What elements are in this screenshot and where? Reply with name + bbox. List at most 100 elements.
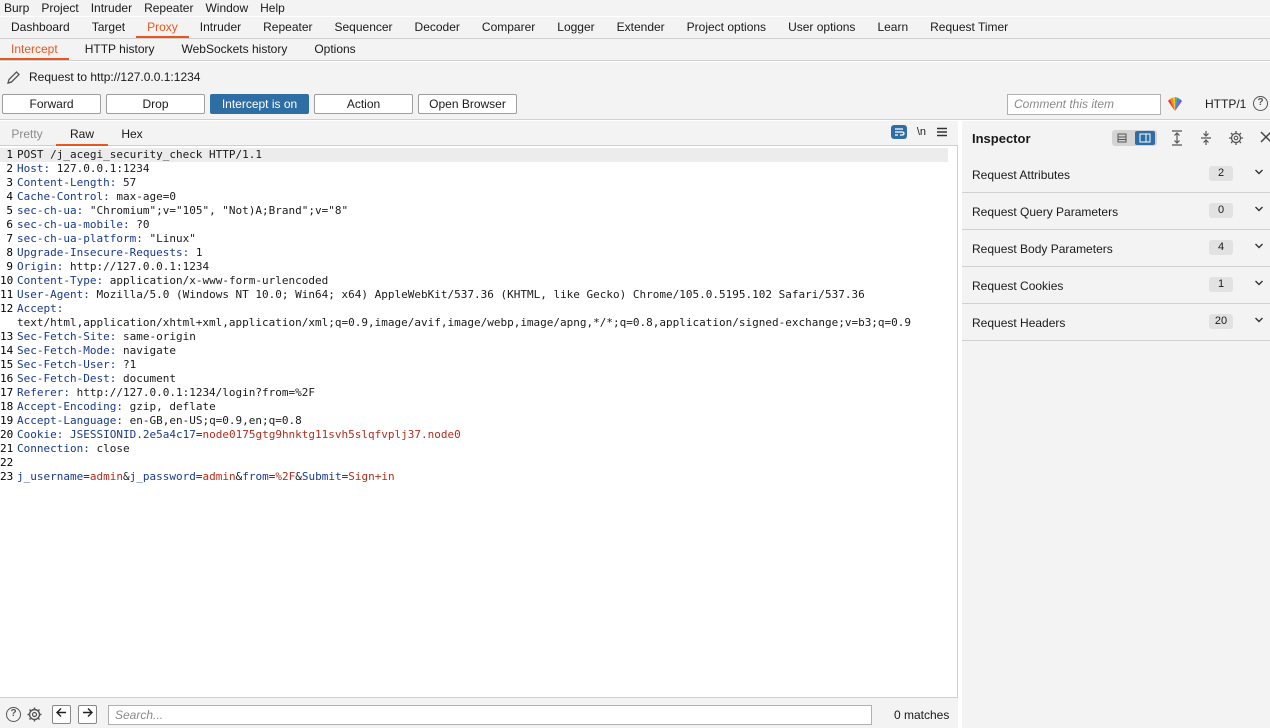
intercept-toggle-button[interactable]: Intercept is on <box>210 94 309 114</box>
drop-button[interactable]: Drop <box>106 94 205 114</box>
header-name: Content-Type <box>17 274 97 287</box>
request-raw-text[interactable]: 1 POST /j_acegi_security_check HTTP/1.1 2… <box>0 148 948 484</box>
tab-logger[interactable]: Logger <box>546 17 605 38</box>
header-value: ?0 <box>136 218 150 231</box>
tab-user-options[interactable]: User options <box>777 17 866 38</box>
side-view-icon[interactable] <box>1135 131 1155 145</box>
tab-http-history[interactable]: HTTP history <box>74 39 166 60</box>
settings-icon[interactable] <box>1228 130 1244 146</box>
param-value: Sign+in <box>348 470 395 483</box>
chevron-down-icon[interactable] <box>1254 203 1264 217</box>
search-bar: ? Search... 0 matches <box>0 697 958 728</box>
editor-tabs: Pretty Raw Hex \n <box>0 121 958 146</box>
word-wrap-icon[interactable] <box>890 125 907 139</box>
code-line: 9 Origin: http://127.0.0.1:1234 <box>6 260 210 273</box>
help-icon[interactable]: ? <box>1253 96 1268 111</box>
tab-target[interactable]: Target <box>81 17 136 38</box>
tab-pretty[interactable]: Pretty <box>0 121 54 146</box>
menu-bar: Burp Project Intruder Repeater Window He… <box>0 0 1270 16</box>
code-line: 14 Sec-Fetch-Mode: navigate <box>0 344 176 357</box>
tab-sequencer[interactable]: Sequencer <box>324 17 404 38</box>
menu-icon[interactable] <box>936 126 948 138</box>
header-name: Sec-Fetch-Site <box>17 330 110 343</box>
code-line: 8 Upgrade-Insecure-Requests: 1 <box>6 246 203 259</box>
request-header-line: Request to http://127.0.0.1:1234 <box>0 62 1270 92</box>
section-request-body-parameters[interactable]: Request Body Parameters 4 <box>962 230 1270 267</box>
code-line: 20 Cookie: JSESSIONID.2e5a4c17=node0175gt… <box>0 428 461 441</box>
header-name: sec-ch-ua-platform <box>17 232 137 245</box>
tab-proxy[interactable]: Proxy <box>136 17 189 38</box>
header-value: same-origin <box>122 330 196 343</box>
section-request-query-parameters[interactable]: Request Query Parameters 0 <box>962 193 1270 230</box>
tab-websockets-history[interactable]: WebSockets history <box>171 39 299 60</box>
previous-match-button[interactable] <box>52 705 71 724</box>
header-value: 127.0.0.1:1234 <box>56 162 150 175</box>
menu-help[interactable]: Help <box>256 1 289 15</box>
header-name: Connection <box>17 442 84 455</box>
code-line: 22 <box>0 456 14 469</box>
tab-learn[interactable]: Learn <box>866 17 919 38</box>
tab-project-options[interactable]: Project options <box>676 17 777 38</box>
header-value: gzip, deflate <box>129 400 216 413</box>
menu-burp[interactable]: Burp <box>0 1 33 15</box>
tab-options[interactable]: Options <box>303 39 366 60</box>
tab-comparer[interactable]: Comparer <box>471 17 546 38</box>
section-request-attributes[interactable]: Request Attributes 2 <box>962 156 1270 193</box>
tab-hex[interactable]: Hex <box>110 121 154 146</box>
section-request-headers[interactable]: Request Headers 20 <box>962 304 1270 341</box>
chevron-down-icon[interactable] <box>1254 166 1264 180</box>
tab-raw[interactable]: Raw <box>56 121 108 146</box>
layout-toggle[interactable] <box>1112 130 1157 146</box>
code-line: 1 POST /j_acegi_security_check HTTP/1.1 <box>0 148 948 162</box>
menu-intruder[interactable]: Intruder <box>87 1 136 15</box>
header-name: Origin <box>17 260 57 273</box>
newline-toggle-icon[interactable]: \n <box>917 126 926 138</box>
section-request-cookies[interactable]: Request Cookies 1 <box>962 267 1270 304</box>
header-name: sec-ch-ua-mobile <box>17 218 123 231</box>
http-version-label[interactable]: HTTP/1 <box>1205 97 1246 111</box>
help-icon[interactable]: ? <box>6 707 21 722</box>
main-tabs: Dashboard Target Proxy Intruder Repeater… <box>0 17 1270 39</box>
code-line: 5 sec-ch-ua: "Chromium";v="105", "Not)A;B… <box>6 204 349 217</box>
tab-decoder[interactable]: Decoder <box>404 17 471 38</box>
count-badge: 4 <box>1209 240 1233 255</box>
gear-icon[interactable] <box>26 706 43 723</box>
editor-toolbar: \n <box>890 125 948 139</box>
match-count: 0 matches <box>894 708 950 722</box>
pencil-icon[interactable] <box>6 70 21 85</box>
tab-dashboard[interactable]: Dashboard <box>0 17 81 38</box>
header-value: en-GB,en-US;q=0.9,en;q=0.8 <box>129 414 302 427</box>
expand-all-icon[interactable] <box>1170 130 1184 146</box>
arrow-left-icon <box>56 708 66 717</box>
menu-project[interactable]: Project <box>37 1 82 15</box>
highlight-color-icon[interactable] <box>1166 95 1184 113</box>
chevron-down-icon[interactable] <box>1254 314 1264 328</box>
comment-input[interactable]: Comment this item <box>1007 94 1161 115</box>
code-line: 21 Connection: close <box>0 442 130 455</box>
search-input[interactable]: Search... <box>108 705 872 725</box>
header-value: ?1 <box>122 358 137 371</box>
tab-intruder[interactable]: Intruder <box>189 17 252 38</box>
code-line: 10 Content-Type: application/x-www-form-u… <box>0 274 329 287</box>
close-icon[interactable] <box>1259 130 1270 144</box>
tab-repeater[interactable]: Repeater <box>252 17 323 38</box>
forward-button[interactable]: Forward <box>2 94 101 114</box>
header-value: Mozilla/5.0 (Windows NT 10.0; Win64; x64… <box>96 288 865 301</box>
request-editor: Pretty Raw Hex \n 1 POST /j_acegi_securit… <box>0 121 958 728</box>
tab-intercept[interactable]: Intercept <box>0 39 69 60</box>
code-line: 7 sec-ch-ua-platform: "Linux" <box>6 232 196 245</box>
tab-extender[interactable]: Extender <box>606 17 676 38</box>
open-browser-button[interactable]: Open Browser <box>418 94 517 114</box>
cookie-value: node0175gtg9hnktg11svh5slqfvplj37.node0 <box>202 428 461 441</box>
tab-request-timer[interactable]: Request Timer <box>919 17 1019 38</box>
header-name: Accept-Language <box>17 414 117 427</box>
chevron-down-icon[interactable] <box>1254 240 1264 254</box>
chevron-down-icon[interactable] <box>1254 277 1264 291</box>
next-match-button[interactable] <box>78 705 97 724</box>
list-view-icon[interactable] <box>1117 133 1127 143</box>
menu-window[interactable]: Window <box>201 1 252 15</box>
header-name: Sec-Fetch-Dest <box>17 372 110 385</box>
menu-repeater[interactable]: Repeater <box>140 1 197 15</box>
action-button[interactable]: Action <box>314 94 413 114</box>
collapse-all-icon[interactable] <box>1199 130 1213 146</box>
